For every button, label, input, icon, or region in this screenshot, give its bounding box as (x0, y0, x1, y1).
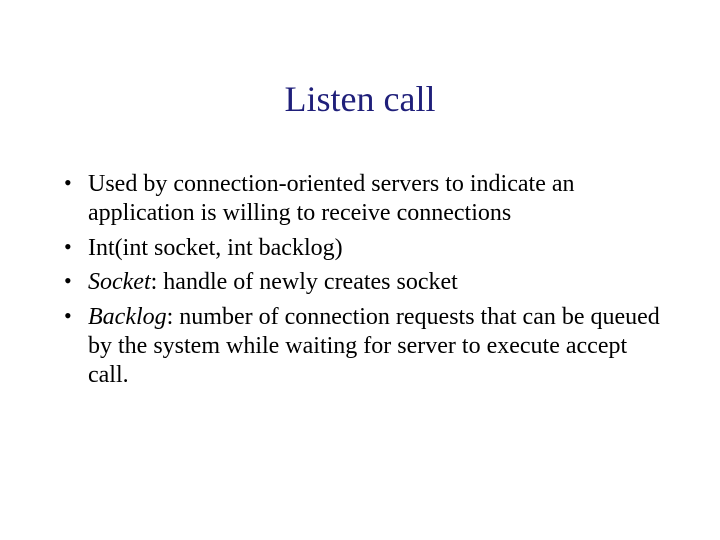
slide: Listen call Used by connection-oriented … (0, 0, 720, 540)
bullet-text: Used by connection-oriented servers to i… (88, 171, 575, 226)
list-item: Used by connection-oriented servers to i… (60, 170, 660, 228)
bullet-rest: : number of connection requests that can… (88, 304, 660, 388)
bullet-text: Int(int socket, int backlog) (88, 235, 343, 261)
bullet-term: Backlog (88, 304, 167, 330)
list-item: Int(int socket, int backlog) (60, 234, 660, 263)
list-item: Socket: handle of newly creates socket (60, 268, 660, 297)
slide-title: Listen call (0, 78, 720, 120)
list-item: Backlog: number of connection requests t… (60, 303, 660, 389)
slide-body: Used by connection-oriented servers to i… (60, 170, 660, 396)
bullet-term: Socket (88, 269, 151, 295)
bullet-rest: : handle of newly creates socket (151, 269, 458, 295)
bullet-list: Used by connection-oriented servers to i… (60, 170, 660, 390)
